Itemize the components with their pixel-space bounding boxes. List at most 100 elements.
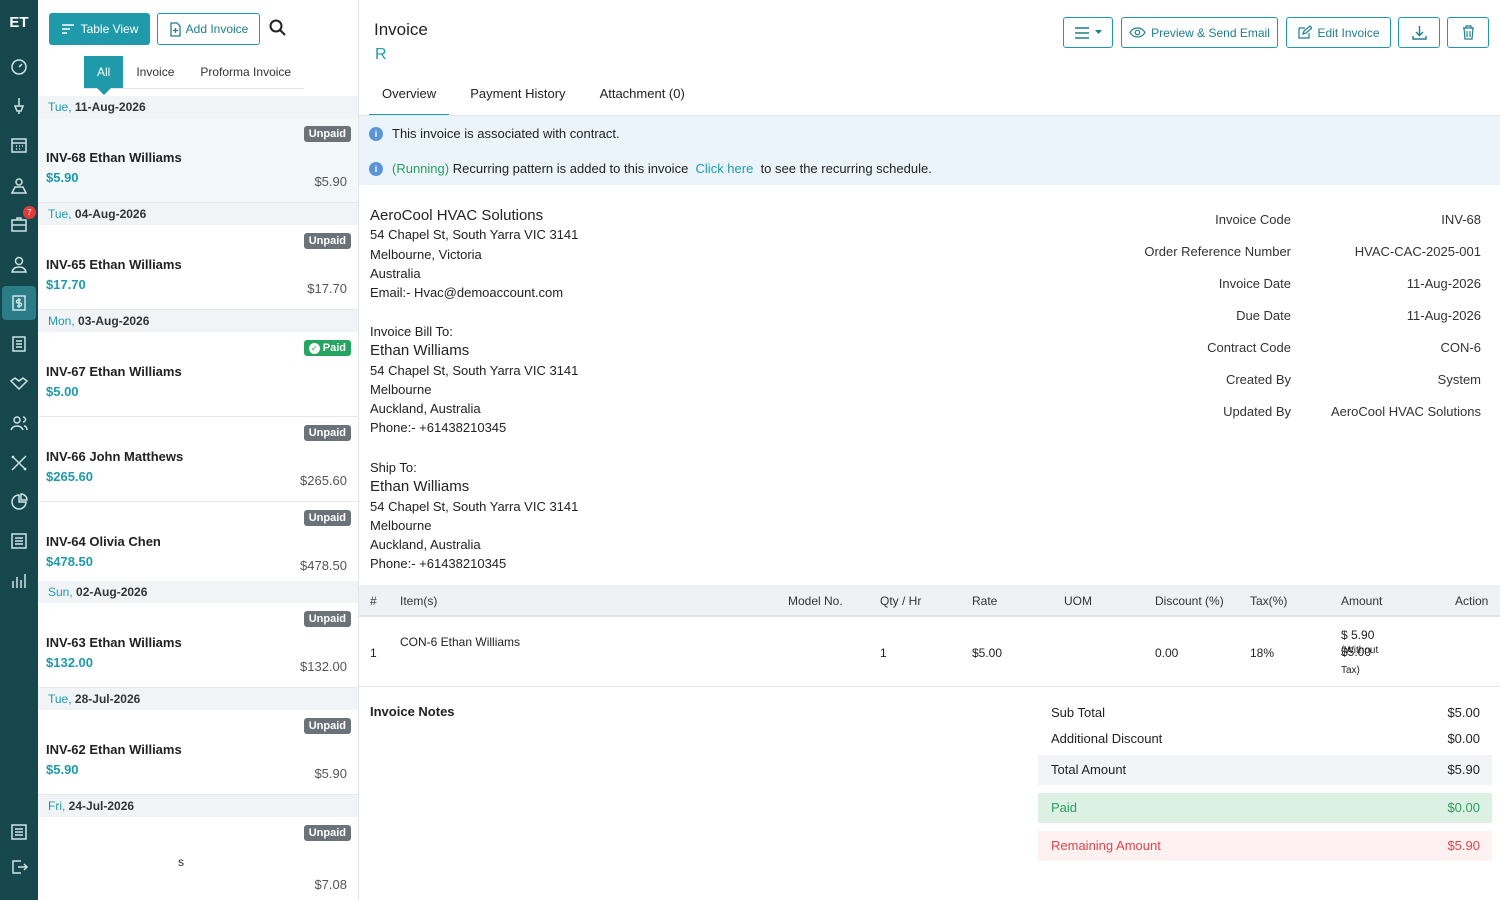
app-logo[interactable]: ET [0, 14, 38, 31]
users-icon[interactable] [7, 411, 31, 435]
ship-to-phone: Phone:- +61438210345 [370, 556, 507, 572]
status-badge: ✓ Paid [303, 340, 351, 356]
invoice-amount-right: $7.08 [314, 877, 347, 892]
invoice-list-item[interactable]: Unpaid INV-66 John Matthews $265.60 $265… [38, 417, 358, 502]
invoice-amount: $478.50 [46, 554, 93, 569]
calendar-icon[interactable] [7, 133, 31, 157]
preview-send-email-button[interactable]: Preview & Send Email [1121, 17, 1278, 48]
info-icon: i [369, 126, 383, 141]
preview-send-email-label: Preview & Send Email [1151, 25, 1270, 40]
running-label: (Running) [392, 161, 450, 176]
download-button[interactable] [1398, 17, 1440, 48]
menu-dropdown-button[interactable] [1063, 17, 1113, 48]
list-icon[interactable] [7, 332, 31, 356]
invoice-list-item[interactable]: Unpaid s $7.08 [38, 817, 358, 900]
pin-icon[interactable] [7, 94, 31, 118]
invoice-amount: $5.90 [46, 762, 79, 777]
filter-all[interactable]: All [84, 56, 124, 95]
invoice-amount: $265.60 [46, 469, 93, 484]
additional-discount-row: Additional Discount $0.00 [1051, 731, 1480, 746]
status-badge: Unpaid [303, 510, 351, 526]
status-badge: Unpaid [303, 718, 351, 734]
chart-pie-icon[interactable] [7, 490, 31, 514]
edit-icon [1298, 25, 1313, 39]
ship-to-line3: Auckland, Australia [370, 537, 481, 553]
bar-chart-icon[interactable] [7, 569, 31, 593]
row-rate: $5.00 [972, 646, 1003, 660]
row-qty: 1 [880, 646, 887, 660]
date-header: Tue, 11-Aug-2026 [38, 96, 358, 118]
detail-tabs: Overview Payment History Attachment (0) [369, 75, 706, 116]
add-invoice-button[interactable]: Add Invoice [157, 13, 260, 45]
tab-payment-history[interactable]: Payment History [457, 75, 578, 116]
table-view-label: Table View [80, 22, 139, 36]
row-discount: 0.00 [1155, 646, 1179, 660]
tab-attachment[interactable]: Attachment (0) [587, 75, 698, 116]
filter-proforma-invoice[interactable]: Proforma Invoice [187, 56, 304, 88]
date-group: Mon, 03-Aug-2026 ✓ Paid INV-67 Ethan Will… [38, 310, 358, 587]
check-circle-icon: ✓ [308, 342, 320, 354]
contract-info-text: This invoice is associated with contract… [392, 126, 620, 141]
date-header: Fri, 24-Jul-2026 [38, 795, 358, 817]
date-header: Tue, 04-Aug-2026 [38, 203, 358, 225]
date-group: Tue, 11-Aug-2026 Unpaid INV-68 Ethan Wil… [38, 96, 358, 203]
date-header: Tue, 28-Jul-2026 [38, 688, 358, 710]
col-qty: Qty / Hr [880, 594, 922, 608]
hamburger-icon [1075, 26, 1089, 39]
invoice-amount: $5.00 [46, 384, 79, 399]
delete-button[interactable] [1447, 17, 1489, 48]
detail-row: Contract Code CON-6 [1207, 340, 1481, 355]
filter-invoice[interactable]: Invoice [123, 56, 187, 88]
invoice-amount: $17.70 [46, 277, 86, 292]
invoice-name: INV-64 Olivia Chen [46, 534, 161, 549]
tools-icon[interactable] [7, 451, 31, 475]
invoice-list-item[interactable]: Unpaid INV-65 Ethan Williams $17.70 $17.… [38, 225, 358, 310]
search-icon[interactable] [269, 19, 287, 37]
settings-icon[interactable] [7, 820, 31, 844]
invoice-name: INV-67 Ethan Williams [46, 364, 182, 379]
col-amount: Amount [1341, 594, 1383, 608]
row-item: CON-6 Ethan Williams [400, 635, 521, 649]
tab-overview[interactable]: Overview [369, 75, 450, 116]
ship-to-label: Ship To: [370, 460, 417, 475]
page-title: Invoice [374, 20, 428, 39]
contract-code-link[interactable]: CON-6 [1441, 340, 1481, 355]
user-icon[interactable] [7, 252, 31, 276]
detail-row: Invoice Date 11-Aug-2026 [1218, 276, 1481, 291]
contract-info-row: i This invoice is associated with contra… [369, 126, 620, 141]
detail-row: Invoice Code INV-68 [1215, 212, 1481, 227]
table-view-button[interactable]: Table View [49, 13, 150, 45]
status-badge: Unpaid [303, 825, 351, 841]
handshake-icon[interactable] [7, 371, 31, 395]
status-badge: Unpaid [303, 233, 351, 249]
invoice-list-item[interactable]: Unpaid INV-62 Ethan Williams $5.90 $5.90 [38, 710, 358, 795]
info-banner: i This invoice is associated with contra… [359, 116, 1500, 185]
edit-invoice-label: Edit Invoice [1317, 25, 1380, 40]
dashboard-icon[interactable] [7, 55, 31, 79]
col-discount: Discount (%) [1155, 594, 1224, 608]
invoice-name: INV-65 Ethan Williams [46, 257, 182, 272]
date-group: Fri, 24-Jul-2026 Unpaid s $7.08 [38, 795, 358, 900]
items-table-header: # Item(s) Model No. Qty / Hr Rate UOM Di… [359, 585, 1500, 617]
detail-row: Order Reference Number HVAC-CAC-2025-001 [1144, 244, 1481, 259]
report-icon[interactable] [7, 529, 31, 553]
caret-down-icon [1095, 30, 1102, 34]
detail-row: Due Date 11-Aug-2026 [1236, 308, 1481, 323]
filter-lines-icon [61, 24, 74, 34]
invoice-notes-label: Invoice Notes [370, 704, 455, 719]
logout-icon[interactable] [7, 855, 31, 879]
download-icon [1411, 26, 1427, 40]
briefcase-icon[interactable]: 7 [7, 206, 36, 236]
edit-invoice-button[interactable]: Edit Invoice [1286, 17, 1391, 48]
invoice-type-filter: All Invoice Proforma Invoice [84, 56, 305, 95]
col-rate: Rate [972, 594, 998, 608]
invoice-dollar-icon[interactable] [2, 286, 36, 320]
invoice-list-item[interactable]: Unpaid INV-68 Ethan Williams $5.90 $5.90 [38, 118, 358, 203]
map-user-icon[interactable] [7, 173, 31, 197]
invoice-list-item[interactable]: Unpaid INV-64 Olivia Chen $478.50 $478.5… [38, 502, 358, 587]
invoice-list-item[interactable]: ✓ Paid INV-67 Ethan Williams $5.00 [38, 332, 358, 417]
invoice-list-item[interactable]: Unpaid INV-63 Ethan Williams $132.00 $13… [38, 603, 358, 688]
recurring-info-row: i (Running) Recurring pattern is added t… [369, 161, 932, 176]
col-uom: UOM [1064, 594, 1092, 608]
click-here-link[interactable]: Click here [696, 161, 754, 176]
